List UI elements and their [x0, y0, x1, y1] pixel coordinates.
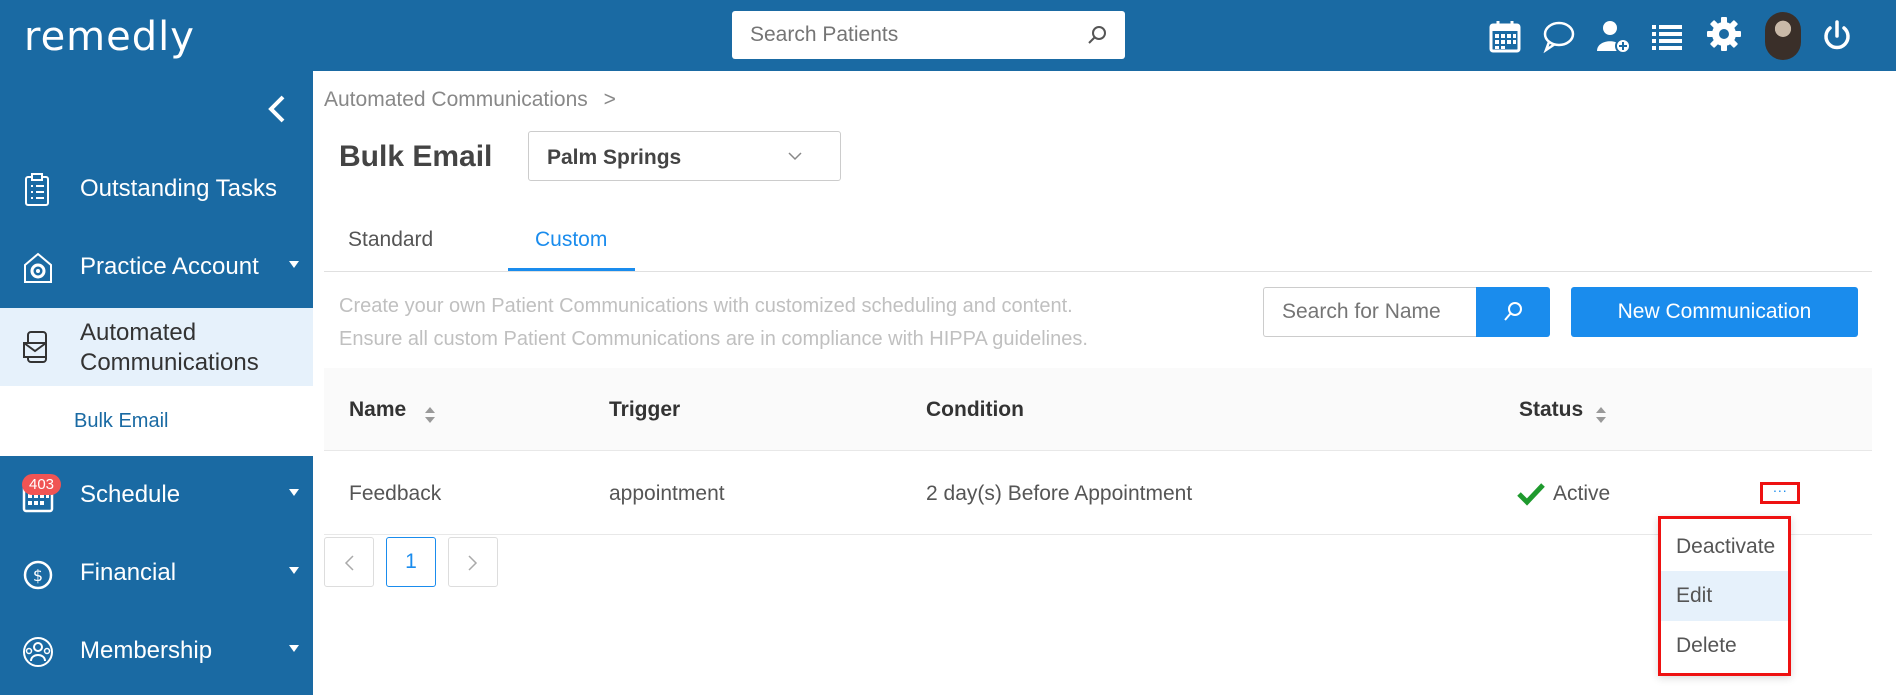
page-title: Bulk Email [339, 140, 493, 173]
active-tab-indicator [508, 268, 635, 271]
name-search-input[interactable] [1263, 287, 1477, 337]
svg-text:$: $ [33, 566, 43, 585]
gear-icon[interactable] [1706, 16, 1742, 52]
top-bar: remedly [0, 0, 1896, 71]
search-icon [1504, 302, 1522, 321]
table-header: Name Trigger Condition Status [324, 368, 1872, 451]
chevron-down-icon [289, 261, 299, 268]
breadcrumb-link[interactable]: Automated Communications [324, 88, 588, 111]
ellipsis-icon: ... [1773, 479, 1788, 495]
add-user-icon[interactable] [1595, 18, 1631, 54]
tab-bar: Standard Custom [324, 220, 1872, 272]
sidebar-item-schedule[interactable]: Schedule [0, 457, 313, 535]
page-number-button[interactable]: 1 [386, 537, 436, 587]
column-header-status[interactable]: Status [1519, 398, 1583, 422]
cell-name: Feedback [349, 482, 442, 505]
sidebar: Outstanding Tasks Practice Account Autom… [0, 71, 313, 695]
location-select-value: Palm Springs [547, 146, 682, 169]
table-row: Feedback appointment 2 day(s) Before App… [324, 452, 1872, 535]
sidebar-item-financial[interactable]: $ Financial [0, 535, 313, 613]
power-icon[interactable] [1819, 18, 1855, 54]
name-search-box [1263, 287, 1550, 337]
remedly-logo[interactable]: remedly [24, 14, 195, 60]
clipboard-icon [25, 173, 49, 206]
sidebar-item-label: Outstanding Tasks [80, 175, 278, 202]
notification-badge: 403 [22, 474, 62, 495]
next-page-button[interactable] [448, 537, 498, 587]
chevron-right-icon [468, 555, 478, 571]
sidebar-item-label: Practice Account [80, 253, 259, 280]
sidebar-item-label: Schedule [80, 481, 181, 508]
avatar[interactable] [1765, 12, 1801, 60]
row-action-menu: Deactivate Edit Delete [1658, 516, 1791, 676]
column-header-condition: Condition [926, 398, 1024, 421]
menu-item-delete[interactable]: Delete [1661, 621, 1788, 671]
column-header-name[interactable]: Name [349, 398, 406, 422]
sidebar-item-label: Membership [80, 637, 213, 664]
sort-icon[interactable] [424, 404, 436, 426]
prev-page-button[interactable] [324, 537, 374, 587]
cell-condition: 2 day(s) Before Appointment [926, 482, 1193, 505]
cell-status: Active [1553, 482, 1611, 505]
sidebar-item-label: Automated Communications [80, 319, 259, 376]
phone-mail-icon [23, 331, 47, 363]
calendar-icon[interactable] [1487, 18, 1523, 54]
gear-house-icon [24, 252, 52, 283]
menu-item-edit[interactable]: Edit [1661, 571, 1788, 621]
list-icon[interactable] [1649, 18, 1685, 54]
sort-icon[interactable] [1595, 404, 1607, 426]
sidebar-item-label: Financial [80, 559, 177, 586]
chevron-left-icon [344, 555, 354, 571]
breadcrumb-separator: > [603, 88, 616, 111]
sidebar-item-automated-communications[interactable]: Automated Communications [0, 308, 313, 386]
sidebar-item-membership[interactable]: Membership [0, 613, 313, 691]
location-select[interactable]: Palm Springs [528, 131, 841, 181]
chat-icon[interactable] [1541, 18, 1577, 54]
collapse-sidebar-icon[interactable] [265, 93, 289, 125]
sidebar-item-practice-account[interactable]: Practice Account [0, 229, 313, 307]
chevron-down-icon [289, 567, 299, 574]
column-header-trigger: Trigger [609, 398, 681, 421]
name-search-button[interactable] [1476, 287, 1550, 337]
tab-custom[interactable]: Custom [535, 228, 607, 252]
sidebar-subitem-label: Bulk Email [74, 410, 169, 432]
search-icon[interactable] [1085, 23, 1109, 47]
menu-item-deactivate[interactable]: Deactivate [1661, 522, 1788, 572]
description: Create your own Patient Communications w… [339, 290, 1088, 356]
tab-standard[interactable]: Standard [348, 228, 433, 252]
description-line: Ensure all custom Patient Communications… [339, 328, 1088, 350]
search-patients-input[interactable] [732, 11, 1062, 59]
sidebar-item-outstanding-tasks[interactable]: Outstanding Tasks [0, 151, 313, 229]
chevron-down-icon [289, 645, 299, 652]
description-line: Create your own Patient Communications w… [339, 295, 1073, 317]
sidebar-subitem-bulk-email[interactable]: Bulk Email [0, 386, 313, 456]
new-communication-button[interactable]: New Communication [1571, 287, 1858, 337]
chevron-down-icon [788, 152, 802, 161]
search-patients-box[interactable] [732, 11, 1125, 59]
row-actions-button[interactable]: ... [1760, 479, 1800, 504]
membership-icon [23, 637, 53, 667]
breadcrumb: Automated Communications > [324, 88, 616, 112]
cell-trigger: appointment [609, 482, 725, 505]
chevron-down-icon [289, 489, 299, 496]
check-icon [1517, 483, 1545, 506]
dollar-icon: $ [23, 560, 53, 590]
